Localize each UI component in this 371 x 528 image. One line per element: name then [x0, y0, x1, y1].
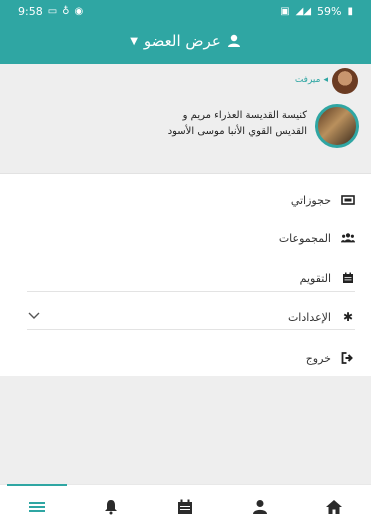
menu-icon [29, 501, 46, 512]
menu-item-groups[interactable]: المجموعات [0, 218, 371, 258]
user-name: ميرفت [294, 75, 321, 85]
menu-label-groups: المجموعات [278, 231, 331, 245]
menu-item-settings[interactable]: ✱ الإعدادات [0, 298, 371, 336]
nav-home-button[interactable] [304, 485, 364, 528]
app-bar: عرض العضو ▼ [0, 22, 371, 64]
menu-label-settings: الإعدادات [287, 310, 331, 324]
status-right: ▣ ◢◢ 59% ▮ [280, 5, 353, 18]
user-avatar[interactable] [332, 68, 358, 94]
status-bar: 9:58 ▭ ♁ ◉ ▣ ◢◢ 59% ▮ [0, 0, 371, 22]
status-left: 9:58 ▭ ♁ ◉ [18, 5, 83, 18]
nav-menu-button[interactable] [7, 483, 68, 528]
church-name: كنيسة القديسة العذراء مريم و القديس القو… [127, 108, 307, 140]
battery-percent: 59% [317, 5, 342, 18]
content-filler [0, 376, 371, 484]
page-title: عرض العضو [143, 32, 221, 50]
profile-card: ◂ ميرفت كنيسة القديسة العذراء مريم و الق… [0, 64, 371, 174]
ticket-icon [341, 195, 355, 205]
side-menu: حجوزاتي المجموعات التقويم ✱ الإعدادات خر… [0, 174, 371, 380]
church-name-line1: كنيسة القديسة العذراء مريم و [182, 110, 307, 121]
gear-icon: ✱ [342, 310, 354, 324]
home-icon [325, 499, 342, 514]
calendar-icon [178, 499, 193, 514]
menu-label-logout: خروج [305, 351, 331, 365]
signal-icon: ◢◢ [295, 6, 312, 17]
logout-icon [341, 352, 353, 364]
menu-item-logout[interactable]: خروج [0, 336, 371, 380]
caret-left-icon: ◂ [323, 75, 328, 85]
menu-item-calendar[interactable]: التقويم [0, 258, 371, 298]
member-view-dropdown[interactable]: عرض العضو ▼ [0, 32, 371, 50]
users-icon [341, 233, 355, 243]
bottom-nav [0, 483, 371, 528]
church-avatar [315, 104, 359, 148]
nav-notifications-button[interactable] [81, 485, 141, 528]
user-name-link[interactable]: ◂ ميرفت [295, 75, 328, 85]
calendar-icon [343, 272, 353, 283]
menu-divider [27, 329, 355, 330]
sync-icon: ◉ [74, 6, 84, 17]
message-icon: ▭ [47, 6, 58, 17]
menu-label-reservations: حجوزاتي [290, 193, 331, 207]
bell-icon [105, 499, 118, 514]
church-name-line2: القديس القوي الأنبا موسى الأسود [167, 126, 307, 137]
menu-item-reservations[interactable]: حجوزاتي [0, 182, 371, 218]
clock: 9:58 [18, 5, 43, 18]
notification-icon: ♁ [62, 6, 70, 17]
user-icon [227, 34, 240, 47]
menu-label-calendar: التقويم [299, 271, 331, 285]
user-icon [252, 499, 267, 514]
nav-profile-button[interactable] [230, 485, 290, 528]
mute-icon: ▣ [280, 6, 290, 17]
chevron-down-icon[interactable] [28, 312, 40, 320]
caret-down-icon: ▼ [130, 35, 138, 47]
menu-divider [27, 291, 355, 292]
battery-icon: ▮ [347, 6, 353, 17]
nav-calendar-button[interactable] [155, 485, 215, 528]
